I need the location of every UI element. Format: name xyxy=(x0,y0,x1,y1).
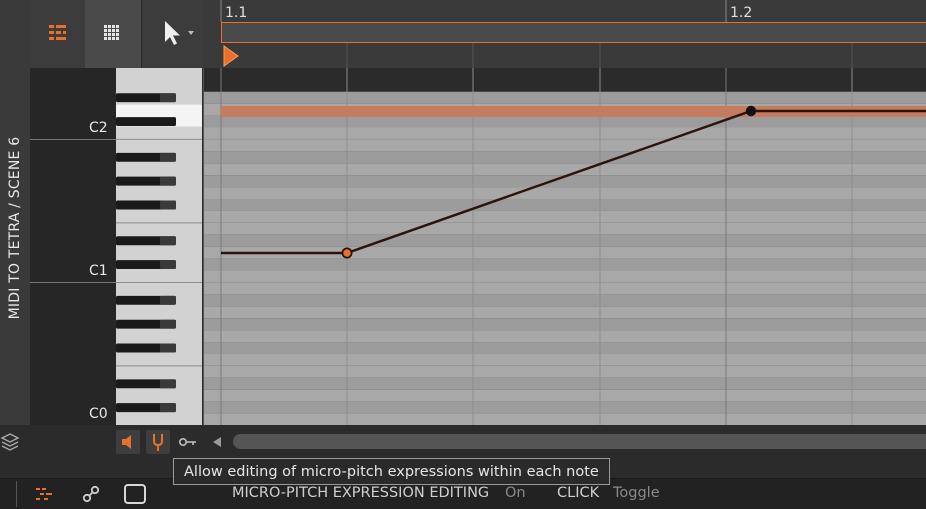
scroll-left-icon[interactable] xyxy=(210,435,224,449)
link-icon[interactable] xyxy=(80,483,102,505)
status-mode: MICRO-PITCH EXPRESSION EDITING xyxy=(232,485,490,501)
track-title-strip: MIDI TO TETRA / SCENE 6 xyxy=(0,0,31,428)
pointer-tool-button[interactable] xyxy=(141,0,204,68)
clip-start-marker-icon[interactable] xyxy=(223,45,241,67)
key-icon[interactable] xyxy=(178,435,198,449)
ruler-label-bar-1-2: 1.2 xyxy=(730,5,753,21)
editor-toolbar xyxy=(30,0,204,68)
tooltip: Allow editing of micro-pitch expressions… xyxy=(173,458,610,485)
status-state: On xyxy=(505,485,526,501)
status-divider xyxy=(16,481,17,507)
octave-divider xyxy=(30,282,116,283)
note-layout-icon[interactable] xyxy=(34,484,56,504)
note-lanes-icon xyxy=(49,25,66,40)
pitch-point-selected[interactable] xyxy=(745,105,757,117)
layers-icon[interactable] xyxy=(0,433,20,451)
speaker-icon xyxy=(122,435,131,449)
editor-subbar xyxy=(0,425,926,458)
piano-keyboard[interactable]: C2 C1 C0 xyxy=(30,68,202,425)
status-action: CLICK xyxy=(557,485,600,501)
pitch-point[interactable] xyxy=(341,247,353,259)
clip-range-bar[interactable] xyxy=(221,22,926,43)
speaker-button[interactable] xyxy=(116,430,140,454)
pointer-tool-icon xyxy=(165,21,194,45)
octave-divider xyxy=(30,139,116,140)
octave-label-c1: C1 xyxy=(89,263,108,279)
ruler-label-bar-1-1: 1.1 xyxy=(225,5,248,21)
octave-label-c2: C2 xyxy=(89,120,108,136)
square-icon[interactable] xyxy=(122,482,148,506)
piano-keys[interactable] xyxy=(30,68,202,425)
tuning-fork-icon xyxy=(153,434,163,451)
micro-pitch-button[interactable] xyxy=(146,430,170,454)
octave-label-c0: C0 xyxy=(89,406,108,422)
editor-canvas[interactable] xyxy=(203,68,926,425)
note-lanes-button[interactable] xyxy=(30,0,85,68)
timeline-ruler[interactable]: 1.1 1.2 xyxy=(203,0,926,68)
status-action-result: Toggle xyxy=(613,485,660,501)
note-editor-grid[interactable] xyxy=(203,68,926,425)
horizontal-scrollbar[interactable] xyxy=(233,434,926,449)
track-title: MIDI TO TETRA / SCENE 6 xyxy=(7,136,23,320)
grid-icon xyxy=(104,25,119,40)
grid-button[interactable] xyxy=(85,0,141,68)
